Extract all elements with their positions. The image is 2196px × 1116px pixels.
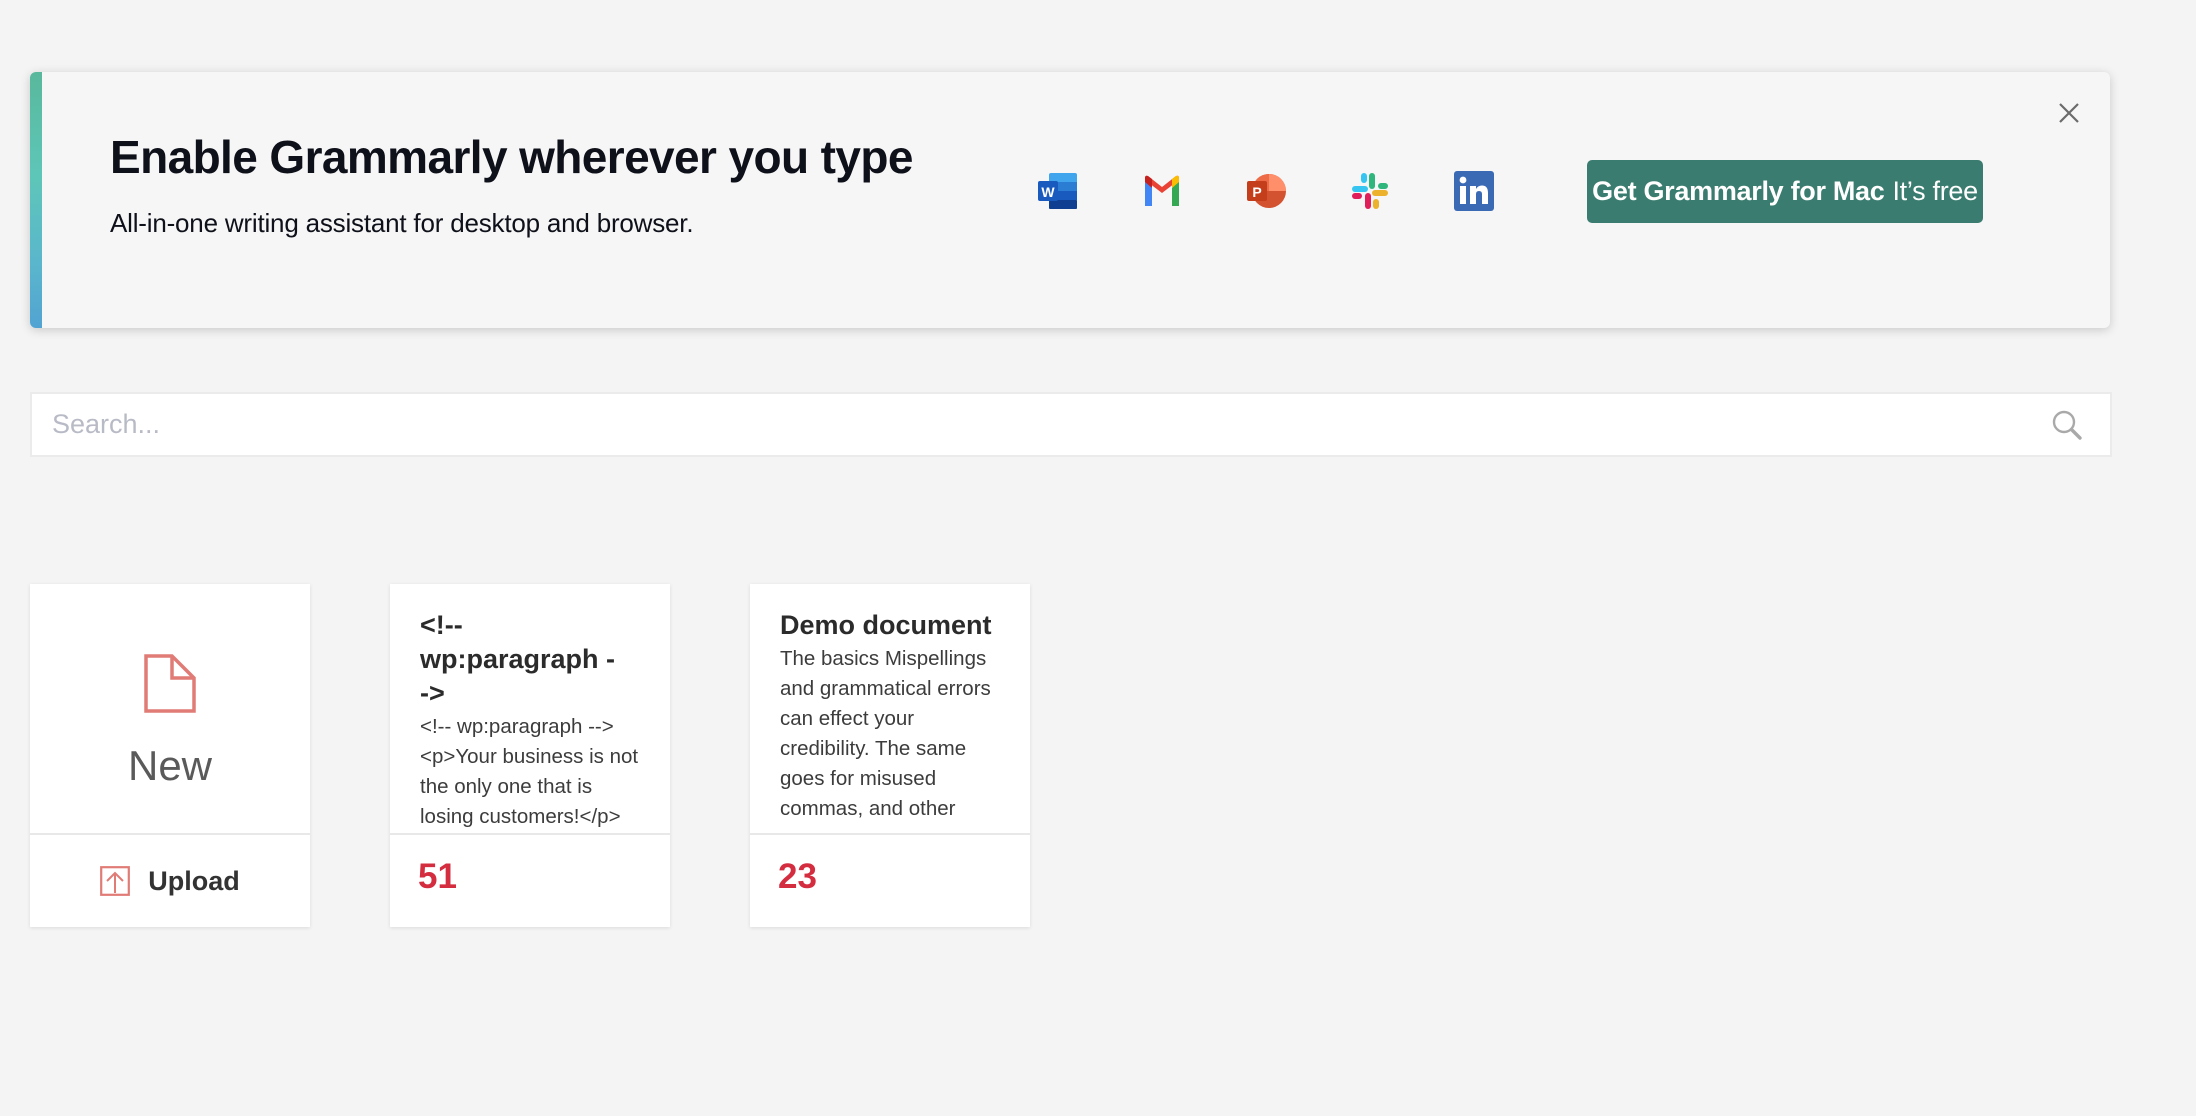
search-input[interactable]: [32, 394, 2042, 455]
banner-accent-stripe: [30, 72, 42, 328]
document-card[interactable]: <!-- wp:paragraph --> <!-- wp:paragraph …: [390, 584, 670, 927]
document-preview: The basics Mispellings and grammatical e…: [780, 647, 991, 820]
banner-subtitle: All-in-one writing assistant for desktop…: [110, 208, 694, 238]
document-preview: <!-- wp:paragraph --> <p>Your business i…: [420, 715, 639, 828]
cta-label: Get Grammarly for Mac: [1592, 176, 1885, 206]
document-title-text: <!-- wp:paragraph -->: [420, 610, 616, 708]
upload-button[interactable]: Upload: [30, 835, 310, 927]
banner-title: Enable Grammarly wherever you type: [110, 131, 913, 183]
slack-icon: [1349, 170, 1391, 212]
document-score: 23: [778, 857, 817, 896]
upload-label: Upload: [148, 865, 240, 896]
search-icon[interactable]: [2050, 408, 2084, 442]
new-document-button[interactable]: New: [30, 584, 310, 833]
powerpoint-icon: P: [1245, 170, 1287, 212]
linkedin-icon: [1453, 170, 1495, 212]
new-document-icon: [144, 654, 196, 713]
document-title: Demo document The basics Mispellings and…: [780, 608, 1008, 824]
document-card[interactable]: Demo document The basics Mispellings and…: [750, 584, 1030, 927]
new-document-label: New: [127, 742, 213, 789]
search-bar: [30, 392, 2112, 457]
svg-text:W: W: [1041, 184, 1055, 200]
svg-text:P: P: [1252, 184, 1261, 200]
document-score: 51: [418, 857, 457, 896]
close-icon[interactable]: [2054, 98, 2084, 128]
new-document-card: New Upload: [30, 584, 310, 927]
cta-sublabel: It’s free: [1892, 176, 1978, 206]
word-icon: W: [1037, 170, 1079, 212]
document-title-text: Demo document: [780, 610, 992, 640]
upload-icon: [100, 866, 131, 896]
document-title: <!-- wp:paragraph --> <!-- wp:paragraph …: [420, 608, 648, 833]
grammarly-desktop-banner: Enable Grammarly wherever you type All-i…: [30, 72, 2110, 328]
get-grammarly-for-mac-button[interactable]: Get Grammarly for Mac It’s free: [1587, 160, 1983, 223]
gmail-icon: [1141, 170, 1183, 212]
